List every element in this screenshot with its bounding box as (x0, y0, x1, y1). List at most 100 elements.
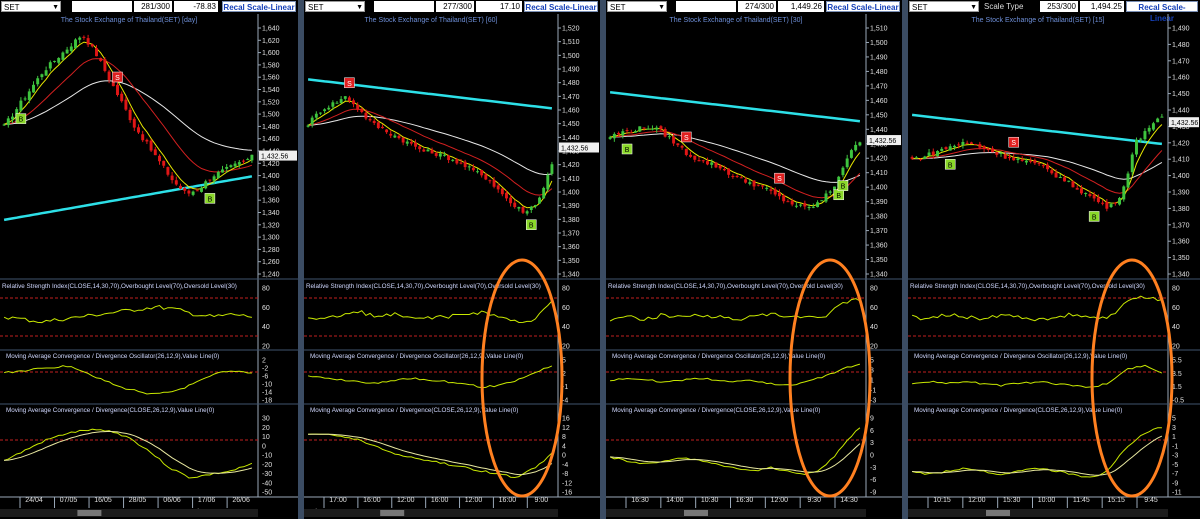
candle-body (162, 160, 166, 166)
price-tick-label: 1,450 (870, 112, 888, 119)
candle-body (99, 57, 103, 61)
candle-body (944, 147, 948, 150)
candle-body (625, 130, 629, 132)
candle-body (919, 159, 923, 161)
candle-body (533, 205, 537, 207)
date-label: 10:00 (1038, 497, 1056, 504)
price-tick-label: 1,390 (1172, 190, 1190, 197)
candle-body (414, 142, 417, 147)
price-tick-label: 1,480 (562, 80, 580, 87)
rsi-label: Relative Strength Index(CLOSE,14,30,70),… (2, 283, 237, 290)
candle-body (496, 185, 500, 190)
date-label: 9:30 (807, 497, 821, 504)
osc-tick-label: -14 (262, 390, 272, 397)
candle-body (1058, 176, 1062, 178)
scrollbar-track[interactable] (0, 509, 258, 517)
osc-label: Moving Average Convergence / Divergence … (6, 353, 219, 360)
scrollbar-thumb[interactable] (77, 510, 102, 516)
candle-body (356, 104, 360, 110)
candle-body (455, 159, 459, 164)
candle-body (701, 160, 705, 162)
rsi-tick-label: 80 (1172, 286, 1180, 293)
scrollbar-track[interactable] (304, 509, 558, 517)
candle-body (158, 155, 161, 162)
macd-tick-label: 1 (1172, 434, 1176, 441)
candle-body (659, 126, 663, 130)
rsi-tick-label: 40 (1172, 324, 1180, 331)
macd-tick-label: 0 (262, 443, 266, 450)
chart-panel-60[interactable]: SET ▼ 277/300 17.10 Recal Scale-Linear Th… (304, 0, 600, 519)
price-tick-label: 1,460 (870, 98, 888, 105)
chart-svg: The Stock Exchange of Thailand(SET) [30]… (606, 14, 902, 517)
scrollbar-track[interactable] (606, 509, 866, 517)
osc-tick-label: -18 (262, 398, 272, 405)
chart-panel-15[interactable]: SET ▼ Scale Type 253/300 1,494.25 Recal S… (908, 0, 1200, 519)
candle-body (471, 167, 475, 171)
macd-tick-label: 8 (562, 434, 566, 441)
candle-body (2, 124, 6, 126)
macd-tick-label: -4 (562, 462, 568, 469)
rsi-label: Relative Strength Index(CLOSE,14,30,70),… (910, 283, 1145, 290)
candle-body (969, 142, 973, 145)
candle-body (170, 175, 174, 181)
candle-body (799, 204, 803, 206)
price-tick-label: 1,510 (870, 26, 888, 33)
candle-body (824, 193, 828, 202)
date-label: 24/04 (25, 497, 43, 504)
candle-body (642, 127, 646, 129)
candle-body (811, 206, 815, 208)
price-badge-label: 1,432.56 (869, 138, 896, 145)
candle-body (986, 148, 990, 151)
candle-body (6, 118, 10, 126)
rsi-tick-label: 60 (262, 305, 270, 312)
price-tick-label: 1,460 (262, 136, 280, 143)
candle-body (237, 162, 241, 165)
price-tick-label: 1,390 (562, 203, 580, 210)
scrollbar-thumb[interactable] (684, 510, 708, 516)
candle-body (714, 162, 718, 168)
macd-tick-label: -5 (1172, 462, 1178, 469)
scrollbar-thumb[interactable] (986, 510, 1010, 516)
macd-tick-label: -40 (262, 480, 272, 487)
candle-body (761, 185, 764, 187)
ma-yellow-line (307, 100, 553, 209)
candle-body (667, 136, 671, 138)
candle-body (948, 146, 952, 151)
price-tick-label: 1,640 (262, 26, 280, 33)
scrollbar-track[interactable] (908, 509, 1168, 517)
candle-body (765, 187, 769, 189)
chart-panel-30[interactable]: SET ▼ 274/300 1,449.26 Recal Scale-Linear… (606, 0, 902, 519)
candle-body (61, 52, 65, 60)
candle-body (525, 211, 529, 214)
candle-body (480, 170, 484, 176)
rsi-tick-label: 80 (262, 286, 270, 293)
price-tick-label: 1,480 (1172, 42, 1190, 49)
candle-body (505, 192, 508, 199)
candle-body (638, 126, 642, 132)
candle-body (680, 145, 684, 148)
chart-panel-day[interactable]: SET ▼ 281/300 -78.83 Recal Scale-Linear T… (0, 0, 298, 519)
candle-body (200, 187, 203, 192)
price-tick-label: 1,560 (262, 75, 280, 82)
candle-body (693, 155, 697, 160)
date-label: 15:15 (1107, 497, 1125, 504)
price-tick-label: 1,360 (870, 243, 888, 250)
candle-body (1160, 116, 1164, 118)
scrollbar-thumb[interactable] (380, 510, 405, 516)
macd-tick-label: -3 (1172, 453, 1178, 460)
date-label: 16:00 (431, 497, 449, 504)
price-badge-label: 1,432.56 (1171, 120, 1198, 127)
candle-body (927, 152, 931, 156)
date-label: 16:30 (631, 497, 649, 504)
candle-body (376, 122, 380, 129)
osc-tick-label: 2 (262, 358, 266, 365)
candle-body (672, 136, 676, 144)
macd-tick-label: -7 (1172, 471, 1178, 478)
candle-body (430, 149, 434, 154)
candle-body (1151, 123, 1155, 130)
osc-line (610, 363, 861, 386)
rsi-tick-label: 40 (262, 324, 270, 331)
candle-body (748, 182, 752, 184)
candle-body (931, 151, 935, 156)
macd-tick-label: -16 (562, 490, 572, 497)
